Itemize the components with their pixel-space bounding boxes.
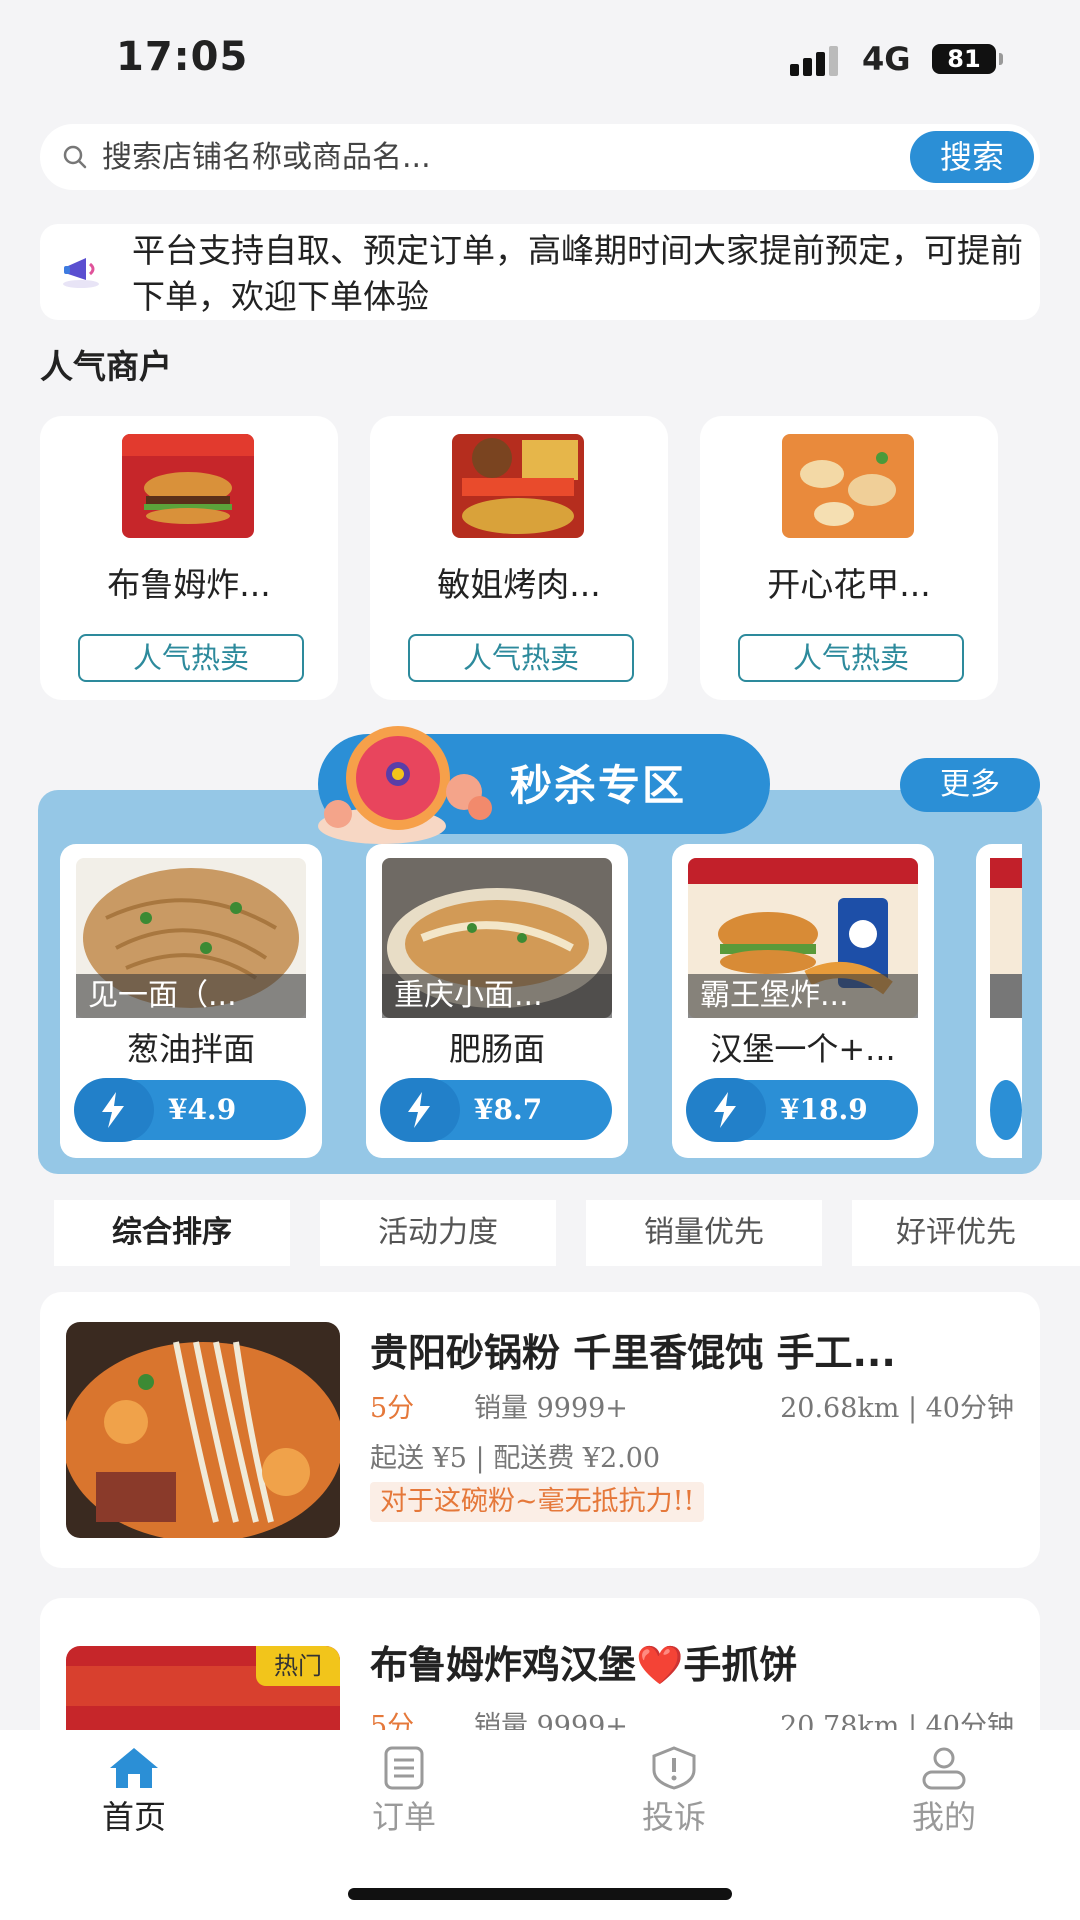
tab-complaint[interactable]: 投诉 xyxy=(574,1746,774,1856)
hot-badge: 热门 xyxy=(256,1646,340,1686)
shop-sales: 销量 9999+ xyxy=(474,1393,628,1424)
flash-item-name: 肥肠面 xyxy=(448,1030,545,1068)
merchant-image xyxy=(122,434,254,538)
flash-price: ¥18.9 xyxy=(780,1093,868,1126)
profile-icon xyxy=(922,1747,966,1790)
shop-card[interactable]: 贵阳砂锅粉 千里香馄饨 手工... 5分 销量 9999+ 20.68km | … xyxy=(40,1292,1040,1568)
network-type: 4G xyxy=(862,40,911,78)
merchant-name: 敏姐烤肉... xyxy=(437,565,601,604)
flash-item-shop: 见一面（... xyxy=(76,974,306,1018)
complaint-icon xyxy=(652,1746,696,1790)
tab-label: 投诉 xyxy=(641,1798,706,1836)
flash-price-button[interactable]: ¥4.9 xyxy=(74,1078,306,1142)
flash-price: ¥8.7 xyxy=(474,1093,543,1126)
shop-distance: 20.68km | 40分钟 xyxy=(780,1393,1014,1424)
sort-tab-rating[interactable]: 好评优先 xyxy=(852,1200,1080,1266)
lottery-wheel-icon xyxy=(318,726,492,844)
flash-sale-item[interactable]: 霸王堡炸... 汉堡一个+... ¥18.9 xyxy=(672,844,934,1158)
battery-icon: 81 xyxy=(932,44,1003,74)
home-indicator xyxy=(348,1888,732,1900)
status-bar: 17:05 4G 81 xyxy=(0,0,1080,110)
merchant-card[interactable]: 开心花甲... 人气热卖 xyxy=(700,416,998,700)
sort-tab-promotion[interactable]: 活动力度 xyxy=(320,1200,556,1266)
flash-price-button[interactable]: ¥18.9 xyxy=(686,1078,918,1142)
tab-label: 订单 xyxy=(371,1798,436,1836)
search-bar: 搜索 xyxy=(40,124,1040,190)
merchant-tag[interactable]: 人气热卖 xyxy=(78,634,304,682)
flash-item-shop: 重庆小面... xyxy=(382,974,612,1018)
merchant-name: 布鲁姆炸... xyxy=(107,565,271,604)
flash-sale-item-partial[interactable] xyxy=(976,844,1022,1158)
search-icon xyxy=(63,145,87,169)
merchant-image xyxy=(452,434,584,538)
merchant-card[interactable]: 布鲁姆炸... 人气热卖 xyxy=(40,416,338,700)
sort-tab-sales[interactable]: 销量优先 xyxy=(586,1200,822,1266)
home-icon xyxy=(110,1748,158,1788)
tab-orders[interactable]: 订单 xyxy=(304,1746,504,1856)
merchant-image xyxy=(782,434,914,538)
popular-merchants-title: 人气商户 xyxy=(40,347,172,386)
search-button[interactable]: 搜索 xyxy=(910,131,1034,183)
shop-rating: 5分 xyxy=(370,1393,415,1424)
flash-price: ¥4.9 xyxy=(168,1093,237,1126)
tab-label: 我的 xyxy=(911,1798,976,1836)
merchant-name: 开心花甲... xyxy=(767,565,931,604)
notice-text: 平台支持自取、预定订单，高峰期时间大家提前预定，可提前下单，欢迎下单体验 xyxy=(132,231,1023,316)
flash-sale-title: 秒杀专区 xyxy=(510,761,687,810)
flash-sale-more-button[interactable]: 更多 xyxy=(900,758,1040,812)
flash-item-shop: 霸王堡炸... xyxy=(688,974,918,1018)
shop-promo: 对于这碗粉~毫无抵抗力!! xyxy=(370,1482,705,1522)
megaphone-icon xyxy=(63,258,99,288)
shop-image xyxy=(66,1322,340,1538)
merchant-tag[interactable]: 人气热卖 xyxy=(408,634,634,682)
merchant-card[interactable]: 敏姐烤肉... 人气热卖 xyxy=(370,416,668,700)
merchant-tag[interactable]: 人气热卖 xyxy=(738,634,964,682)
flash-price-button[interactable]: ¥8.7 xyxy=(380,1078,612,1142)
lightning-icon xyxy=(686,1078,766,1142)
tab-profile[interactable]: 我的 xyxy=(844,1746,1044,1856)
shop-fees: 起送 ¥5 | 配送费 ¥2.00 xyxy=(370,1443,661,1474)
shop-name: 贵阳砂锅粉 千里香馄饨 手工... xyxy=(370,1331,896,1375)
notice-banner: 平台支持自取、预定订单，高峰期时间大家提前预定，可提前下单，欢迎下单体验 xyxy=(40,224,1040,320)
flash-item-name: 葱油拌面 xyxy=(126,1030,255,1068)
lightning-icon xyxy=(74,1078,154,1142)
flash-sale-item[interactable]: 见一面（... 葱油拌面 ¥4.9 xyxy=(60,844,322,1158)
flash-sale-item[interactable]: 重庆小面... 肥肠面 ¥8.7 xyxy=(366,844,628,1158)
lightning-icon xyxy=(380,1078,460,1142)
search-input[interactable] xyxy=(102,134,882,180)
signal-icon xyxy=(790,46,842,76)
tab-label: 首页 xyxy=(101,1798,166,1836)
order-icon xyxy=(384,1746,424,1790)
sort-tab-default[interactable]: 综合排序 xyxy=(54,1200,290,1266)
tab-home[interactable]: 首页 xyxy=(34,1746,234,1856)
status-time: 17:05 xyxy=(116,34,249,80)
shop-name: 布鲁姆炸鸡汉堡❤️手抓饼 xyxy=(370,1643,798,1687)
flash-item-name: 汉堡一个+... xyxy=(710,1030,896,1068)
